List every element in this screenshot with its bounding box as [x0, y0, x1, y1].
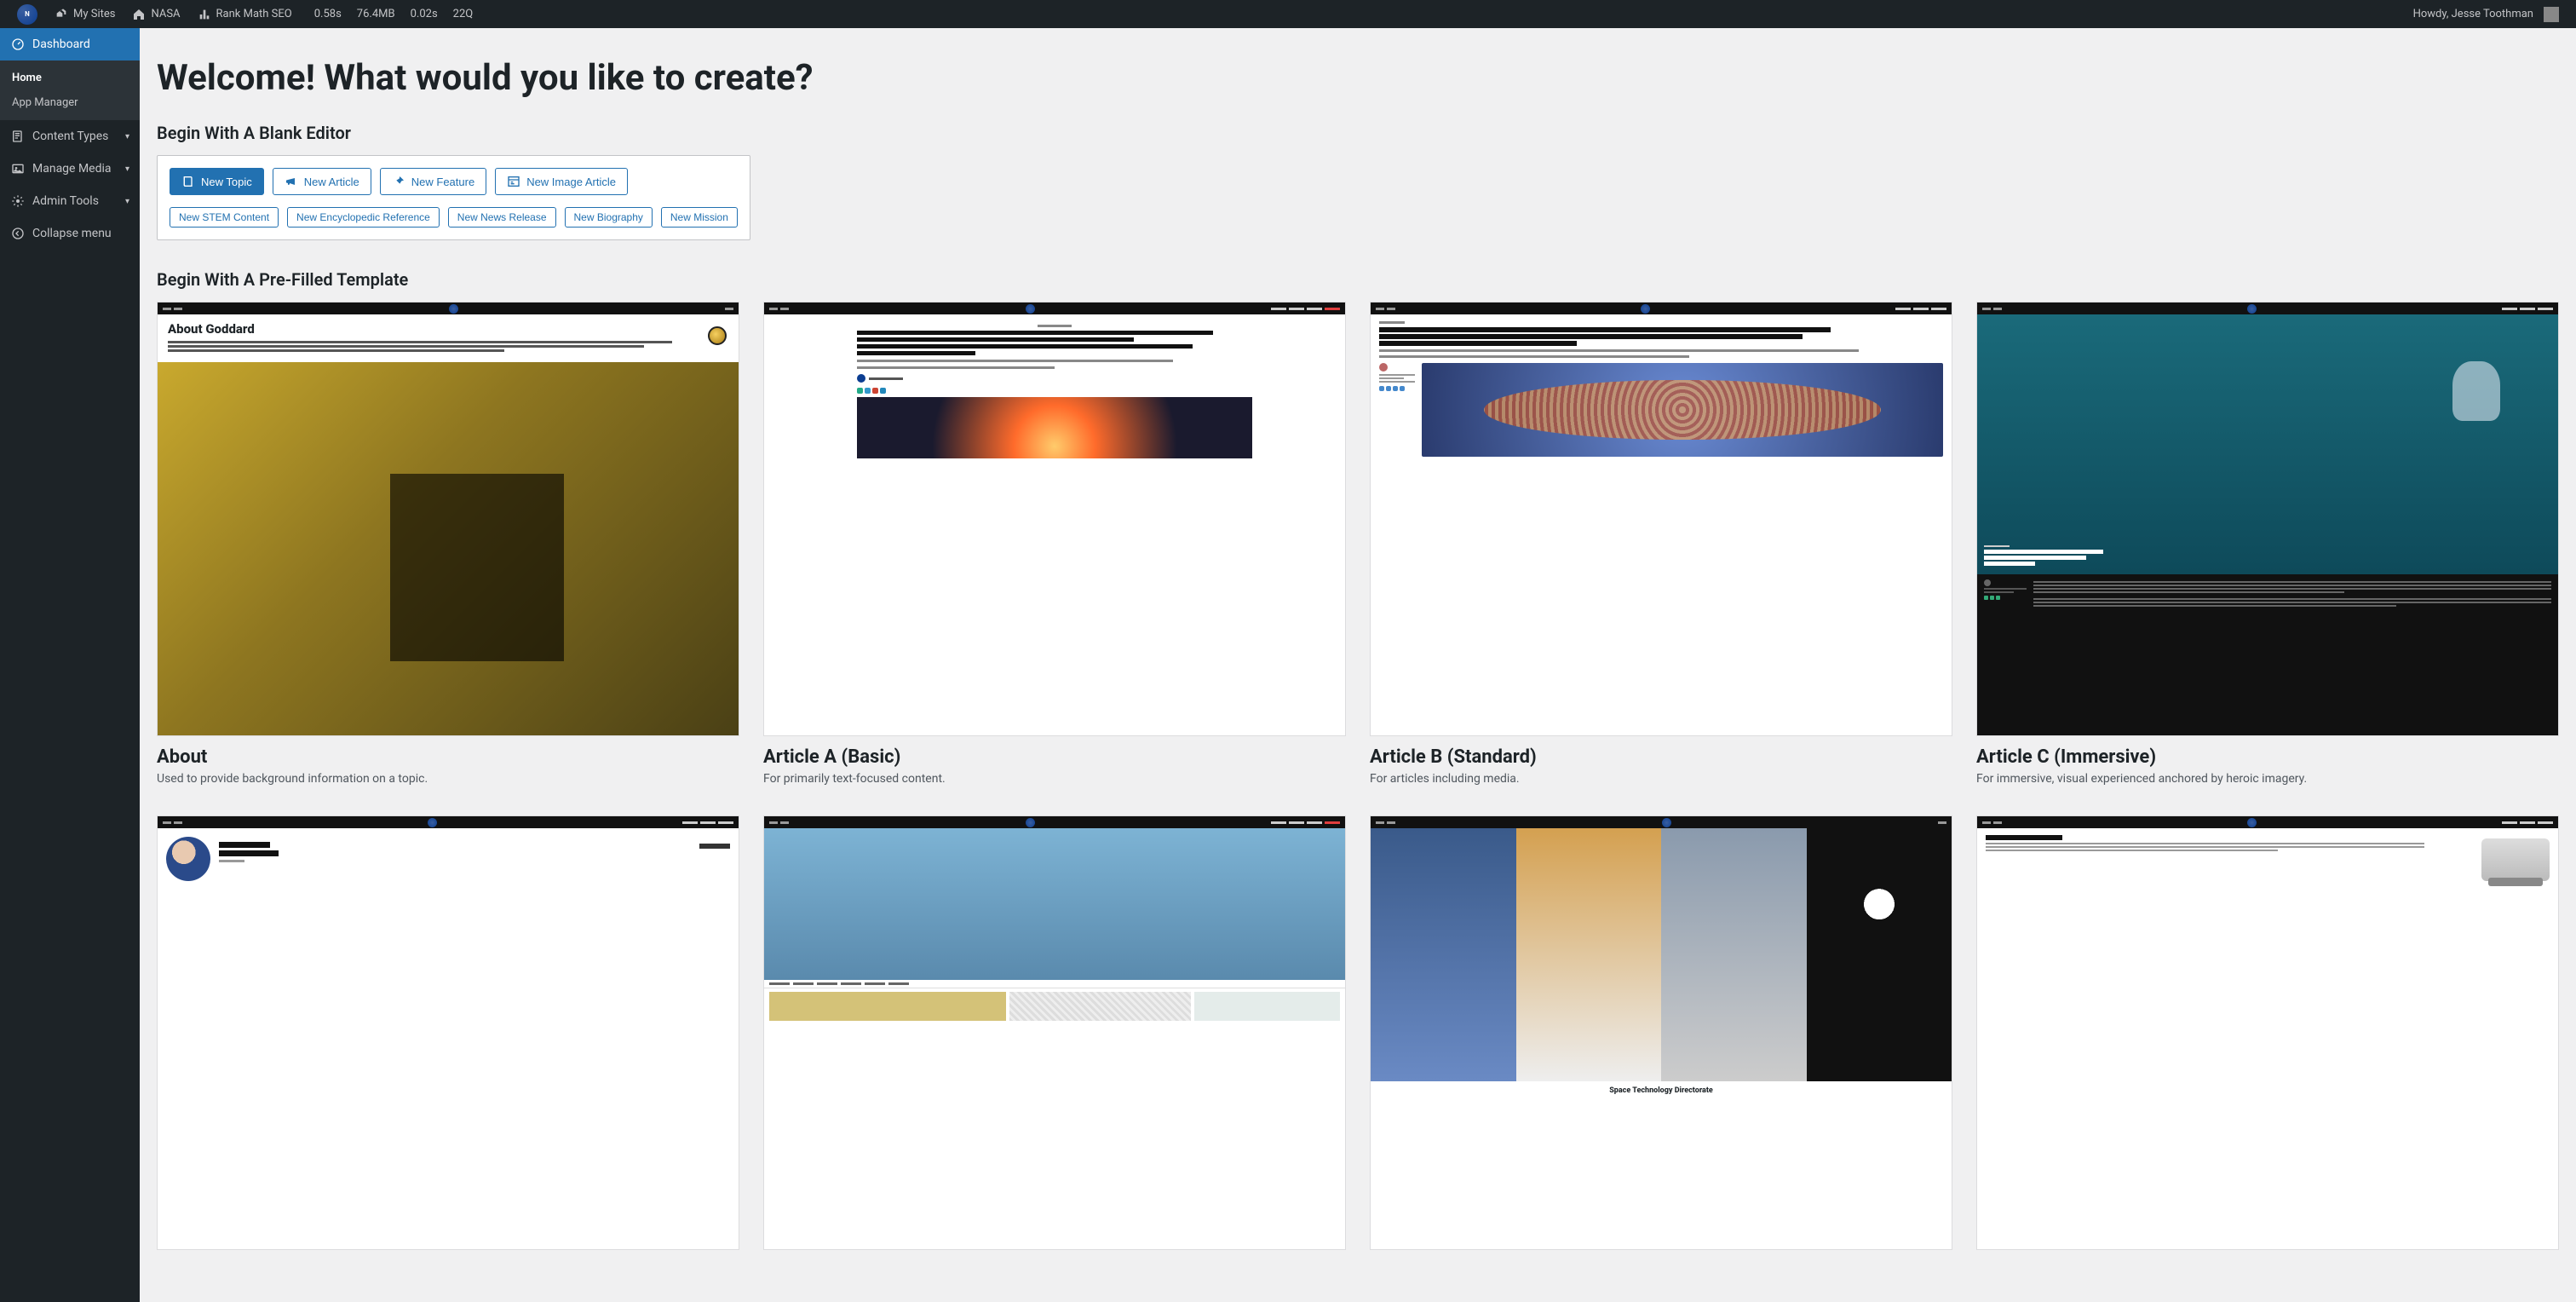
template-card-article-basic[interactable]: Article A (Basic) For primarily text-foc… — [763, 302, 1346, 788]
template-title: Article B (Standard) — [1370, 746, 1952, 768]
button-label: New Biography — [574, 211, 643, 223]
rank-math-link[interactable]: Rank Math SEO — [189, 0, 301, 28]
perf-stats[interactable]: 0.58s 76.4MB 0.02s 22Q — [301, 0, 486, 28]
image-article-icon — [507, 175, 520, 188]
my-sites-link[interactable]: My Sites — [46, 0, 124, 28]
new-news-release-button[interactable]: New News Release — [448, 207, 556, 228]
admin-bar: N My Sites NASA Rank Math SEO 0.58s 76.4… — [0, 0, 2576, 28]
blank-editor-heading: Begin With A Blank Editor — [157, 123, 2559, 143]
sidebar-sub-home[interactable]: Home — [0, 66, 140, 90]
primary-button-row: New Topic New Article New Feature New Im… — [170, 168, 738, 195]
button-label: New Encyclopedic Reference — [296, 211, 430, 223]
button-label: New Feature — [411, 176, 474, 188]
sidebar-dashboard-label: Dashboard — [32, 37, 90, 51]
stat-mem: 76.4MB — [352, 8, 400, 20]
template-card-mission[interactable] — [1976, 815, 2559, 1250]
template-thumb — [1370, 302, 1952, 736]
new-article-button[interactable]: New Article — [273, 168, 371, 195]
button-label: New STEM Content — [179, 211, 269, 223]
new-encyclopedic-button[interactable]: New Encyclopedic Reference — [287, 207, 440, 228]
template-title: About — [157, 746, 739, 768]
template-desc: For immersive, visual experienced anchor… — [1976, 771, 2559, 788]
main-content: Welcome! What would you like to create? … — [140, 28, 2576, 1302]
caret-down-icon: ▾ — [125, 197, 129, 206]
template-thumb — [157, 815, 739, 1250]
user-avatar-icon — [2544, 7, 2559, 22]
sidebar-item-manage-media[interactable]: Manage Media ▾ — [0, 153, 140, 185]
mock-dir-title: Space Technology Directorate — [1371, 1081, 1952, 1100]
megaphone-icon — [285, 175, 298, 188]
button-label: New Article — [304, 176, 359, 188]
template-thumb — [763, 815, 1346, 1250]
stat-queries: 22Q — [448, 8, 479, 20]
new-biography-button[interactable]: New Biography — [565, 207, 653, 228]
rank-math-label: Rank Math SEO — [216, 8, 292, 20]
stat-time1: 0.58s — [309, 8, 347, 20]
caret-down-icon: ▾ — [125, 164, 129, 174]
site-name-label: NASA — [151, 8, 180, 20]
sidebar-item-dashboard[interactable]: Dashboard — [0, 28, 140, 60]
template-desc: For primarily text-focused content. — [763, 771, 1346, 788]
template-thumb — [1976, 302, 2559, 736]
house-multi-icon — [55, 8, 68, 21]
sidebar-sub-app-manager[interactable]: App Manager — [0, 90, 140, 115]
stat-time2: 0.02s — [405, 8, 443, 20]
blank-editor-box: New Topic New Article New Feature New Im… — [157, 155, 750, 240]
template-desc: For articles including media. — [1370, 771, 1952, 788]
nasa-meatball-icon: N — [17, 4, 37, 25]
secondary-button-row: New STEM Content New Encyclopedic Refere… — [170, 207, 738, 228]
book-icon — [181, 175, 195, 188]
button-label: New Topic — [201, 176, 252, 188]
dashboard-icon — [10, 37, 26, 52]
button-label: New News Release — [457, 211, 547, 223]
new-stem-button[interactable]: New STEM Content — [170, 207, 279, 228]
pin-icon — [392, 175, 405, 188]
new-feature-button[interactable]: New Feature — [380, 168, 486, 195]
template-thumb — [1976, 815, 2559, 1250]
sidebar-manage-media-label: Manage Media — [32, 162, 112, 176]
sidebar-dashboard-submenu: Home App Manager — [0, 60, 140, 120]
template-desc: Used to provide background information o… — [157, 771, 739, 788]
caret-down-icon: ▾ — [125, 132, 129, 141]
template-card-article-standard[interactable]: Article B (Standard) For articles includ… — [1370, 302, 1952, 788]
my-account-link[interactable]: Howdy, Jesse Toothman — [2405, 0, 2567, 28]
mock-title: About Goddard — [168, 323, 728, 337]
sidebar-item-admin-tools[interactable]: Admin Tools ▾ — [0, 185, 140, 217]
button-label: New Mission — [670, 211, 728, 223]
template-heading: Begin With A Pre-Filled Template — [157, 269, 2559, 290]
new-topic-button[interactable]: New Topic — [170, 168, 264, 195]
admin-sidebar: Dashboard Home App Manager Content Types… — [0, 28, 140, 1302]
new-mission-button[interactable]: New Mission — [661, 207, 738, 228]
bar-chart-icon — [198, 8, 211, 21]
site-name-link[interactable]: NASA — [124, 0, 188, 28]
media-icon — [10, 161, 26, 176]
sidebar-collapse-label: Collapse menu — [32, 227, 112, 240]
my-sites-label: My Sites — [73, 8, 115, 20]
template-title: Article C (Immersive) — [1976, 746, 2559, 768]
sidebar-admin-tools-label: Admin Tools — [32, 194, 99, 208]
sidebar-item-collapse[interactable]: Collapse menu — [0, 217, 140, 250]
nasa-logo[interactable]: N — [9, 0, 46, 28]
template-title: Article A (Basic) — [763, 746, 1346, 768]
admin-tools-icon — [10, 193, 26, 209]
sidebar-content-types-label: Content Types — [32, 130, 108, 143]
sidebar-item-content-types[interactable]: Content Types ▾ — [0, 120, 140, 153]
template-card-center[interactable] — [763, 815, 1346, 1250]
template-card-bio[interactable] — [157, 815, 739, 1250]
template-card-article-immersive[interactable]: Article C (Immersive) For immersive, vis… — [1976, 302, 2559, 788]
page-title: Welcome! What would you like to create? — [157, 57, 2559, 99]
new-image-article-button[interactable]: New Image Article — [495, 168, 628, 195]
template-thumb: Space Technology Directorate — [1370, 815, 1952, 1250]
template-thumb: About Goddard — [157, 302, 739, 736]
template-card-directorate[interactable]: Space Technology Directorate — [1370, 815, 1952, 1250]
template-card-about[interactable]: About Goddard About Used to provide back… — [157, 302, 739, 788]
content-types-icon — [10, 129, 26, 144]
template-thumb — [763, 302, 1346, 736]
templates-grid: About Goddard About Used to provide back… — [157, 302, 2559, 1250]
home-icon — [132, 8, 146, 21]
howdy-label: Howdy, Jesse Toothman — [2413, 8, 2533, 20]
collapse-icon — [10, 226, 26, 241]
button-label: New Image Article — [526, 176, 616, 188]
